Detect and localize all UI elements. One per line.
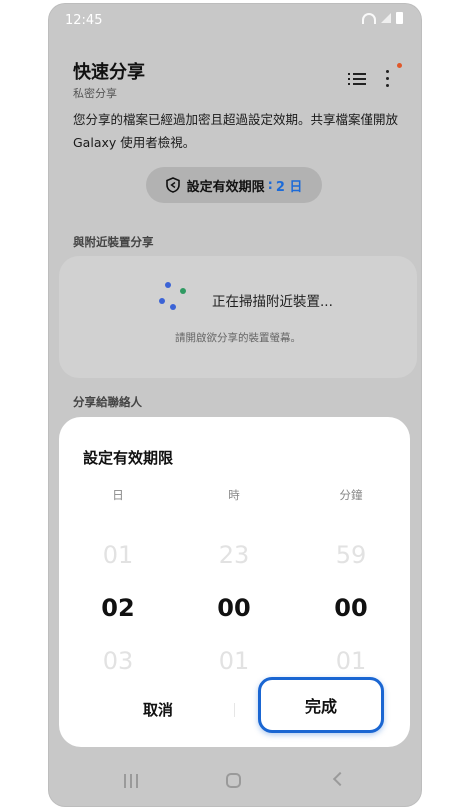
day-next-value[interactable]: 03 bbox=[68, 643, 168, 679]
list-icon[interactable] bbox=[348, 72, 366, 86]
minute-current-value[interactable]: 00 bbox=[301, 590, 401, 626]
day-prev-value[interactable]: 01 bbox=[68, 537, 168, 573]
expiry-value: 2 日 bbox=[275, 179, 303, 195]
minute-next-value[interactable]: 01 bbox=[301, 643, 401, 679]
day-current-value[interactable]: 02 bbox=[68, 590, 168, 626]
home-icon[interactable] bbox=[226, 773, 241, 788]
signal-icon bbox=[381, 13, 391, 23]
day-label: 日 bbox=[112, 488, 124, 502]
minute-label: 分鐘 bbox=[339, 488, 363, 502]
navigation-bar bbox=[49, 764, 421, 804]
shield-share-icon bbox=[165, 177, 180, 193]
wifi-icon bbox=[362, 12, 376, 24]
hour-next-value[interactable]: 01 bbox=[184, 643, 284, 679]
contacts-section-label: 分享給聯絡人 bbox=[73, 395, 142, 409]
back-icon[interactable] bbox=[332, 771, 348, 787]
scanning-spinner-icon bbox=[156, 282, 190, 312]
status-time: 12:45 bbox=[65, 13, 103, 28]
hour-label: 時 bbox=[228, 488, 240, 502]
dialog-title: 設定有效期限 bbox=[83, 449, 174, 467]
status-bar: 12:45 bbox=[49, 4, 421, 36]
nearby-section-label: 與附近裝置分享 bbox=[73, 235, 154, 249]
privacy-description: 您分享的檔案已經過加密且超過設定效期。共享檔案僅開放 Galaxy 使用者檢視。 bbox=[73, 112, 399, 150]
battery-icon bbox=[396, 12, 403, 24]
more-vertical-icon[interactable] bbox=[385, 70, 391, 88]
button-divider bbox=[234, 703, 235, 717]
minute-prev-value[interactable]: 59 bbox=[301, 537, 401, 573]
scanning-hint: 請開啟欲分享的裝置螢幕。 bbox=[175, 332, 301, 344]
nearby-devices-card: 正在掃描附近裝置... 請開啟欲分享的裝置螢幕。 bbox=[59, 256, 417, 378]
page-subtitle: 私密分享 bbox=[73, 87, 117, 100]
recents-icon[interactable] bbox=[124, 774, 138, 788]
status-icons bbox=[362, 12, 403, 24]
hour-prev-value[interactable]: 23 bbox=[184, 537, 284, 573]
expiry-label: 設定有效期限 bbox=[186, 179, 265, 195]
scanning-text: 正在掃描附近裝置... bbox=[212, 294, 333, 310]
hour-picker[interactable]: 時 23 00 01 bbox=[184, 487, 284, 679]
expiry-button[interactable]: 設定有效期限 : 2 日 bbox=[146, 167, 322, 203]
expiry-dialog: 設定有效期限 日 01 02 03 時 23 00 01 分鐘 59 00 01… bbox=[59, 417, 410, 747]
cancel-button[interactable]: 取消 bbox=[108, 695, 208, 725]
page-title: 快速分享 bbox=[73, 62, 145, 83]
expiry-separator: : bbox=[267, 177, 273, 193]
notification-dot bbox=[397, 63, 402, 68]
day-picker[interactable]: 日 01 02 03 bbox=[68, 487, 168, 679]
done-button[interactable]: 完成 bbox=[258, 677, 384, 733]
minute-picker[interactable]: 分鐘 59 00 01 bbox=[301, 487, 401, 679]
hour-current-value[interactable]: 00 bbox=[184, 590, 284, 626]
phone-screen: 12:45 快速分享 私密分享 您分享的檔案已經過加密且超過設定效期。共享檔案僅… bbox=[49, 4, 421, 806]
